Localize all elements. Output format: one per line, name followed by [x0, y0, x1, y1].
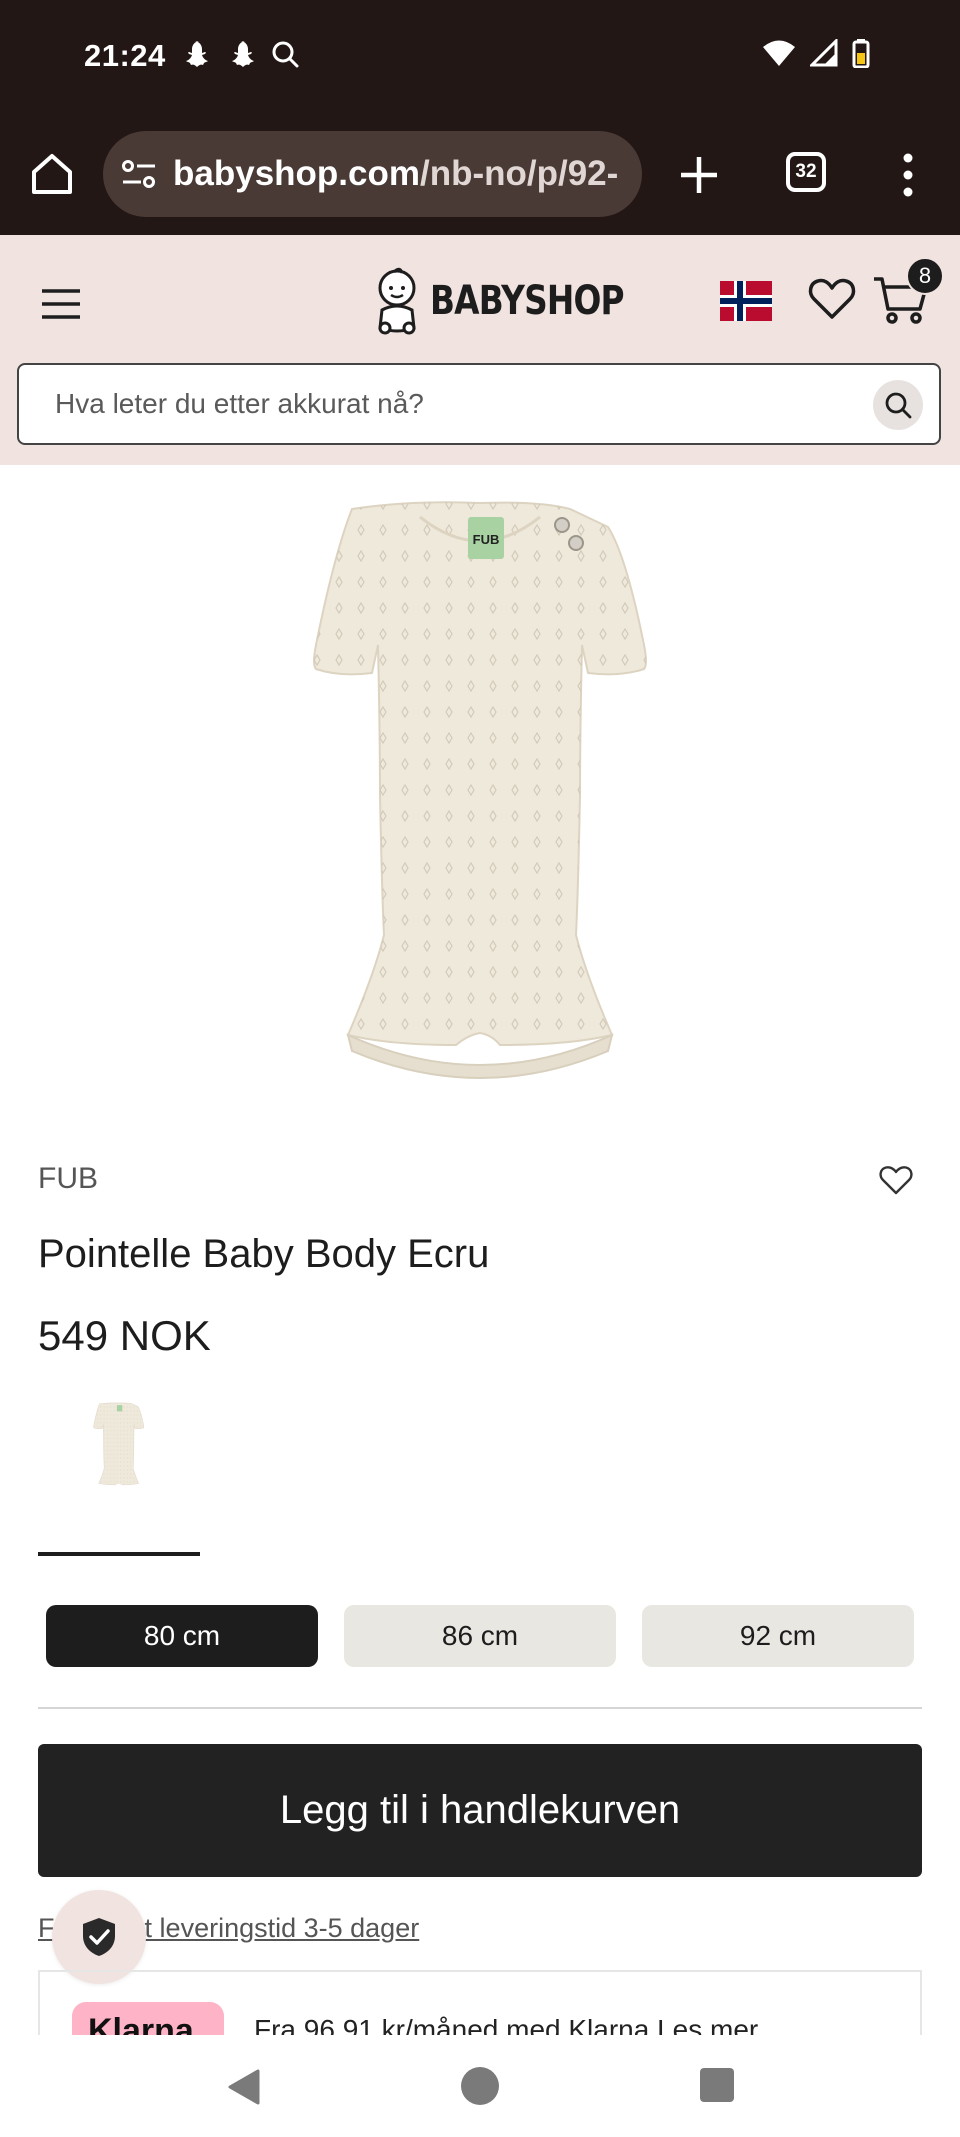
product-image[interactable]: FUB: [240, 495, 720, 1135]
notification-icons: [178, 38, 300, 70]
snapchat-icon: [186, 41, 208, 67]
cart-count-badge: 8: [906, 257, 944, 295]
product-thumbnail[interactable]: [38, 1392, 200, 1556]
status-time: 21:24: [84, 38, 166, 73]
add-to-wishlist-heart-icon[interactable]: [878, 1162, 914, 1198]
add-to-cart-button[interactable]: Legg til i handlekurven: [38, 1744, 922, 1877]
product-price: 549 NOK: [38, 1312, 211, 1359]
search-notification-icon: [272, 41, 299, 68]
fub-tag-text: FUB: [473, 532, 500, 547]
address-bar[interactable]: babyshop.com/nb-no/p/92-: [103, 131, 642, 217]
hamburger-menu-icon[interactable]: [38, 286, 84, 322]
home-nav-icon[interactable]: [461, 2067, 499, 2105]
babyshop-logo[interactable]: BABYSHOP: [372, 265, 666, 337]
search-icon: [885, 392, 912, 419]
site-header: BABYSHOP 8: [0, 235, 960, 465]
tab-switcher-button[interactable]: 32: [786, 152, 826, 192]
status-bar: 21:24: [0, 0, 960, 116]
size-option-92[interactable]: 92 cm: [642, 1605, 914, 1667]
search-box: [17, 363, 941, 445]
system-icons: [762, 38, 870, 68]
size-option-86[interactable]: 86 cm: [344, 1605, 616, 1667]
new-tab-icon[interactable]: [676, 152, 722, 198]
norway-flag-icon[interactable]: [720, 281, 772, 321]
logo-text: BABYSHOP: [430, 278, 625, 324]
url-text: babyshop.com/nb-no/p/92-: [173, 154, 618, 194]
url-path: /nb-no/p/92-: [419, 154, 619, 193]
overflow-menu-icon[interactable]: [894, 150, 922, 200]
divider: [38, 1707, 922, 1709]
android-nav-bar: [0, 2035, 960, 2137]
size-selector: 80 cm 86 cm 92 cm: [46, 1605, 914, 1667]
home-icon[interactable]: [28, 150, 76, 198]
baby-logo-icon: [378, 267, 416, 335]
wishlist-heart-icon[interactable]: [806, 273, 858, 325]
back-icon[interactable]: [224, 2067, 264, 2107]
thumbnail-image: [93, 1402, 145, 1486]
size-option-80[interactable]: 80 cm: [46, 1605, 318, 1667]
search-input[interactable]: [53, 387, 857, 421]
brand-name[interactable]: FUB: [38, 1162, 98, 1196]
wifi-icon: [763, 40, 795, 66]
snapchat-icon: [232, 41, 254, 67]
site-settings-icon[interactable]: [119, 154, 159, 194]
battery-icon: [852, 39, 870, 68]
cell-signal-icon: [810, 39, 838, 67]
recents-icon[interactable]: [700, 2068, 734, 2102]
url-host: babyshop.com: [173, 154, 420, 193]
product-title: Pointelle Baby Body Ecru: [38, 1232, 490, 1276]
search-button[interactable]: [873, 380, 923, 430]
browser-toolbar: babyshop.com/nb-no/p/92- 32: [0, 116, 960, 235]
shield-check-icon: [83, 1918, 115, 1956]
